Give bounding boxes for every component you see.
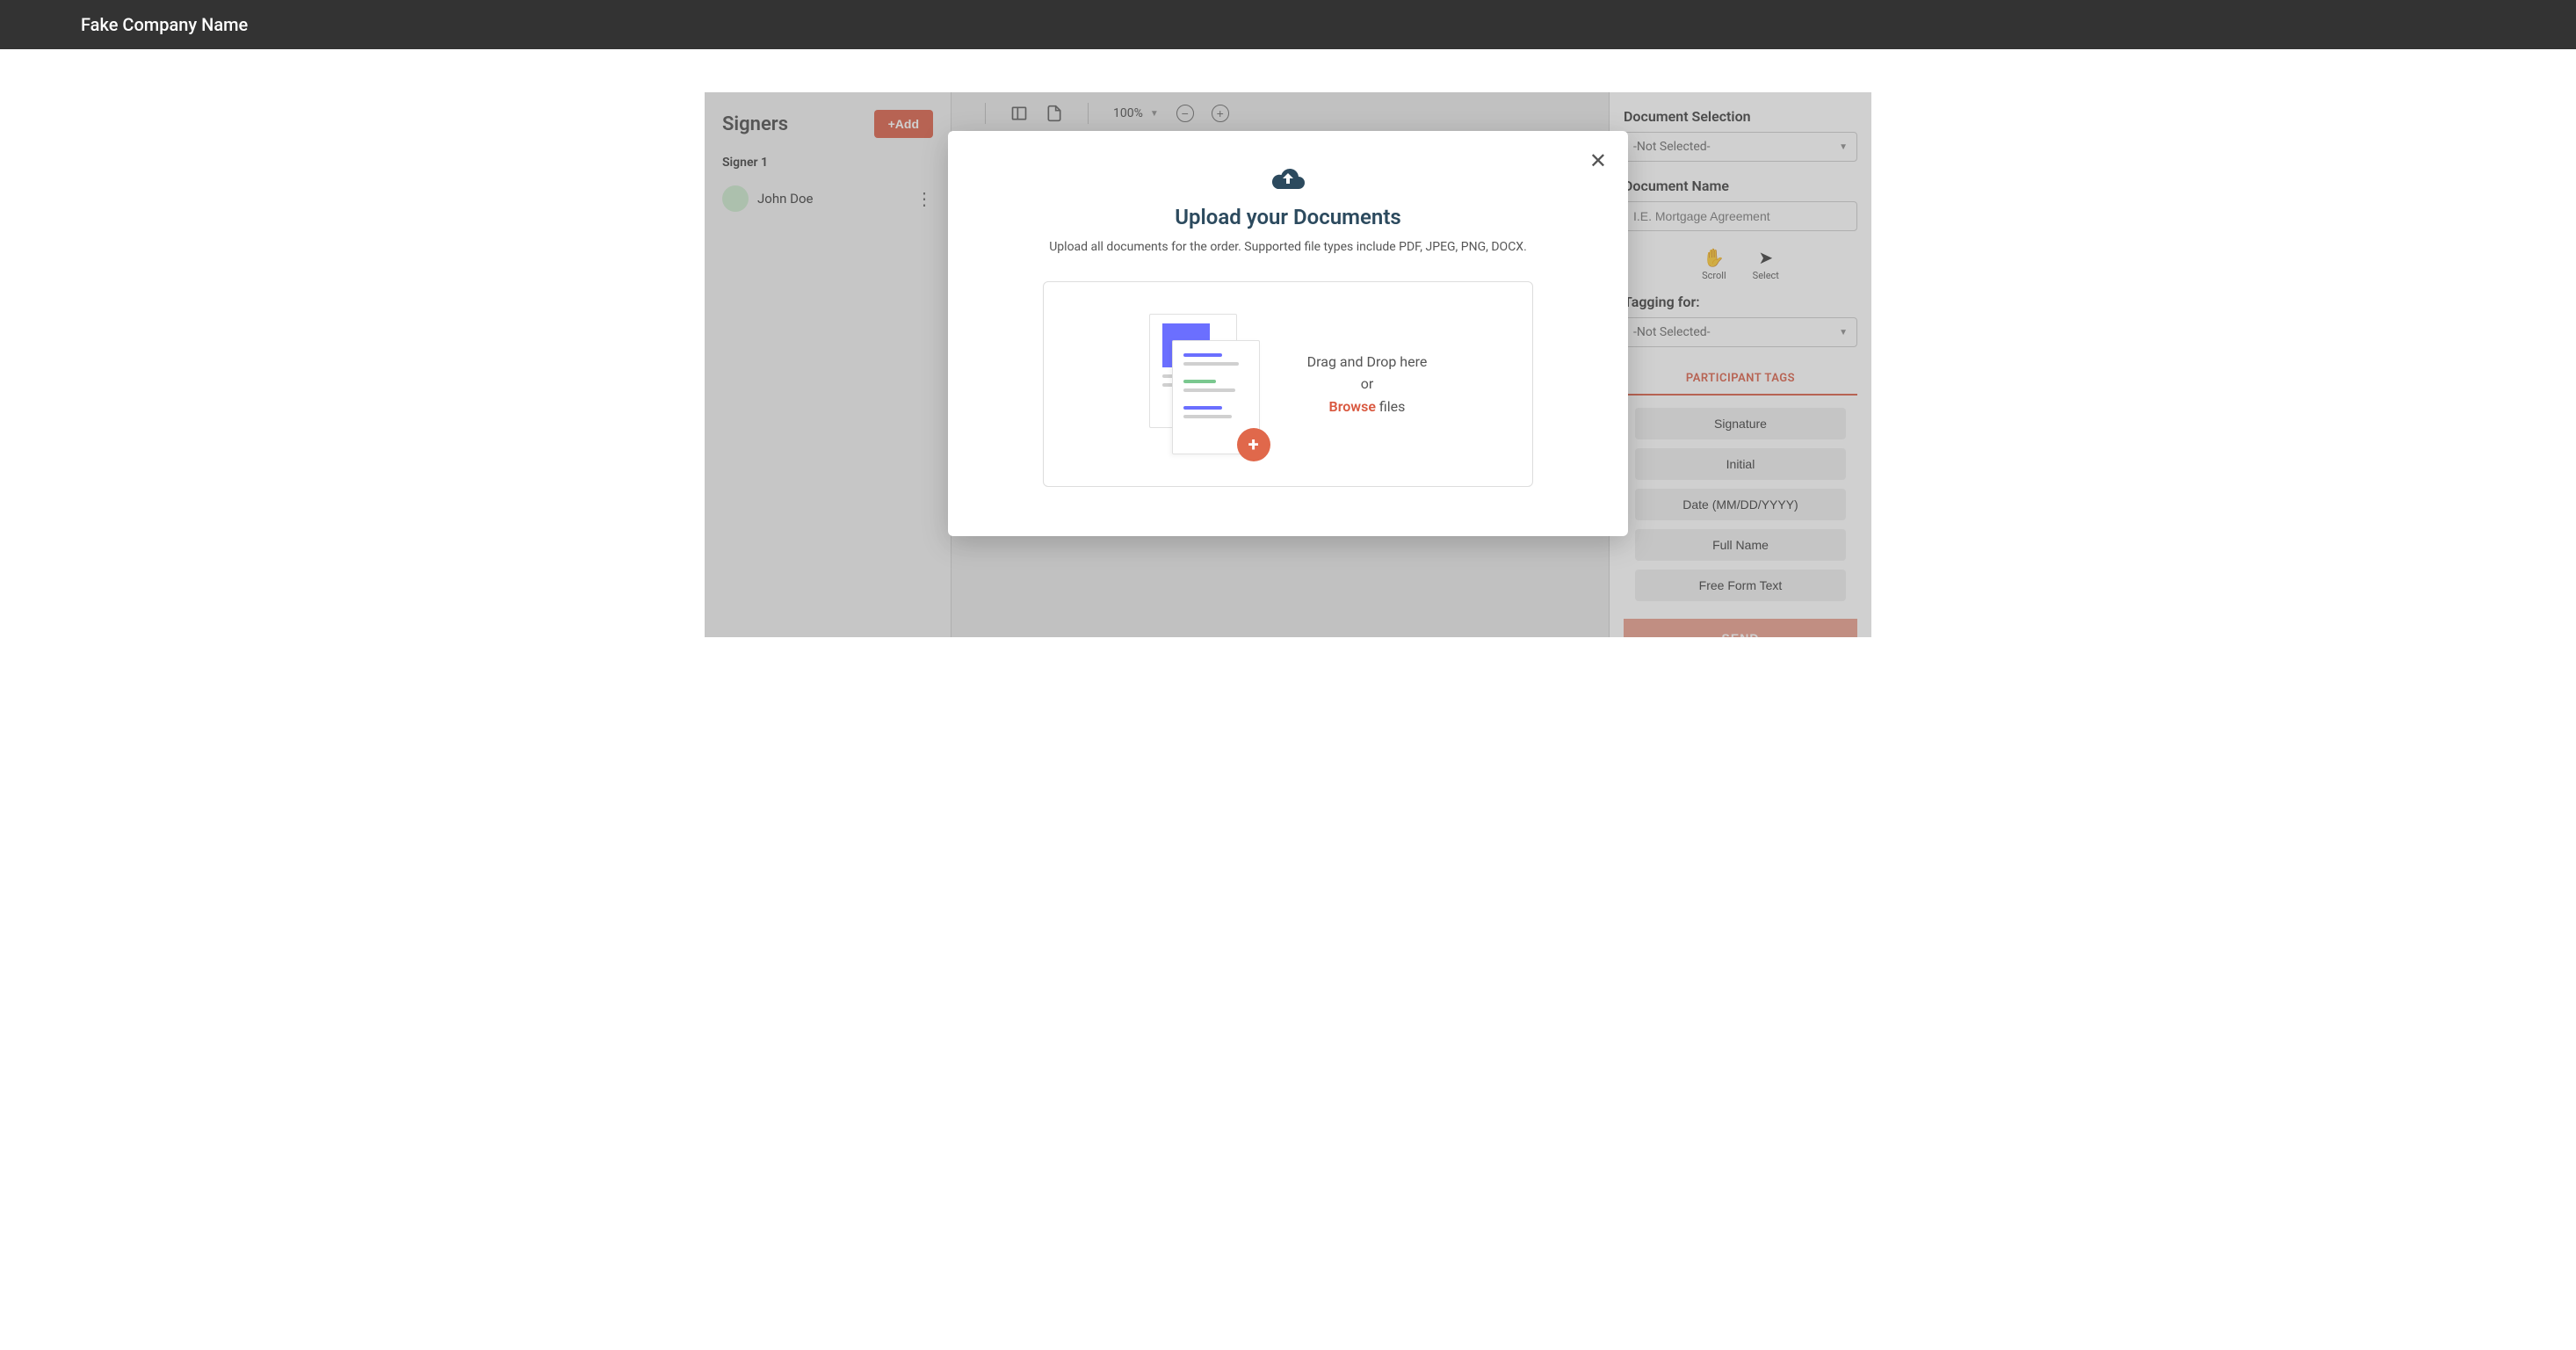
dz-or: or (1307, 373, 1428, 396)
close-icon[interactable]: ✕ (1589, 149, 1607, 174)
upload-modal: ✕ Upload your Documents Upload all docum… (948, 131, 1628, 536)
plus-icon: + (1237, 428, 1270, 461)
dropzone[interactable]: + Drag and Drop here or Browse files (1043, 281, 1533, 487)
app-frame: Signers +Add Signer 1 John Doe ⋮ (705, 92, 1871, 637)
modal-title: Upload your Documents (990, 205, 1586, 229)
top-bar: Fake Company Name (0, 0, 2576, 49)
documents-illustration: + (1149, 314, 1263, 454)
dz-files: files (1376, 398, 1405, 415)
cloud-upload-icon (990, 166, 1586, 194)
dropzone-text: Drag and Drop here or Browse files (1307, 351, 1428, 418)
modal-overlay[interactable]: ✕ Upload your Documents Upload all docum… (705, 92, 1871, 637)
browse-link[interactable]: Browse (1329, 398, 1376, 415)
dz-line1: Drag and Drop here (1307, 351, 1428, 374)
company-name: Fake Company Name (81, 14, 248, 35)
modal-subtitle: Upload all documents for the order. Supp… (1042, 238, 1534, 257)
